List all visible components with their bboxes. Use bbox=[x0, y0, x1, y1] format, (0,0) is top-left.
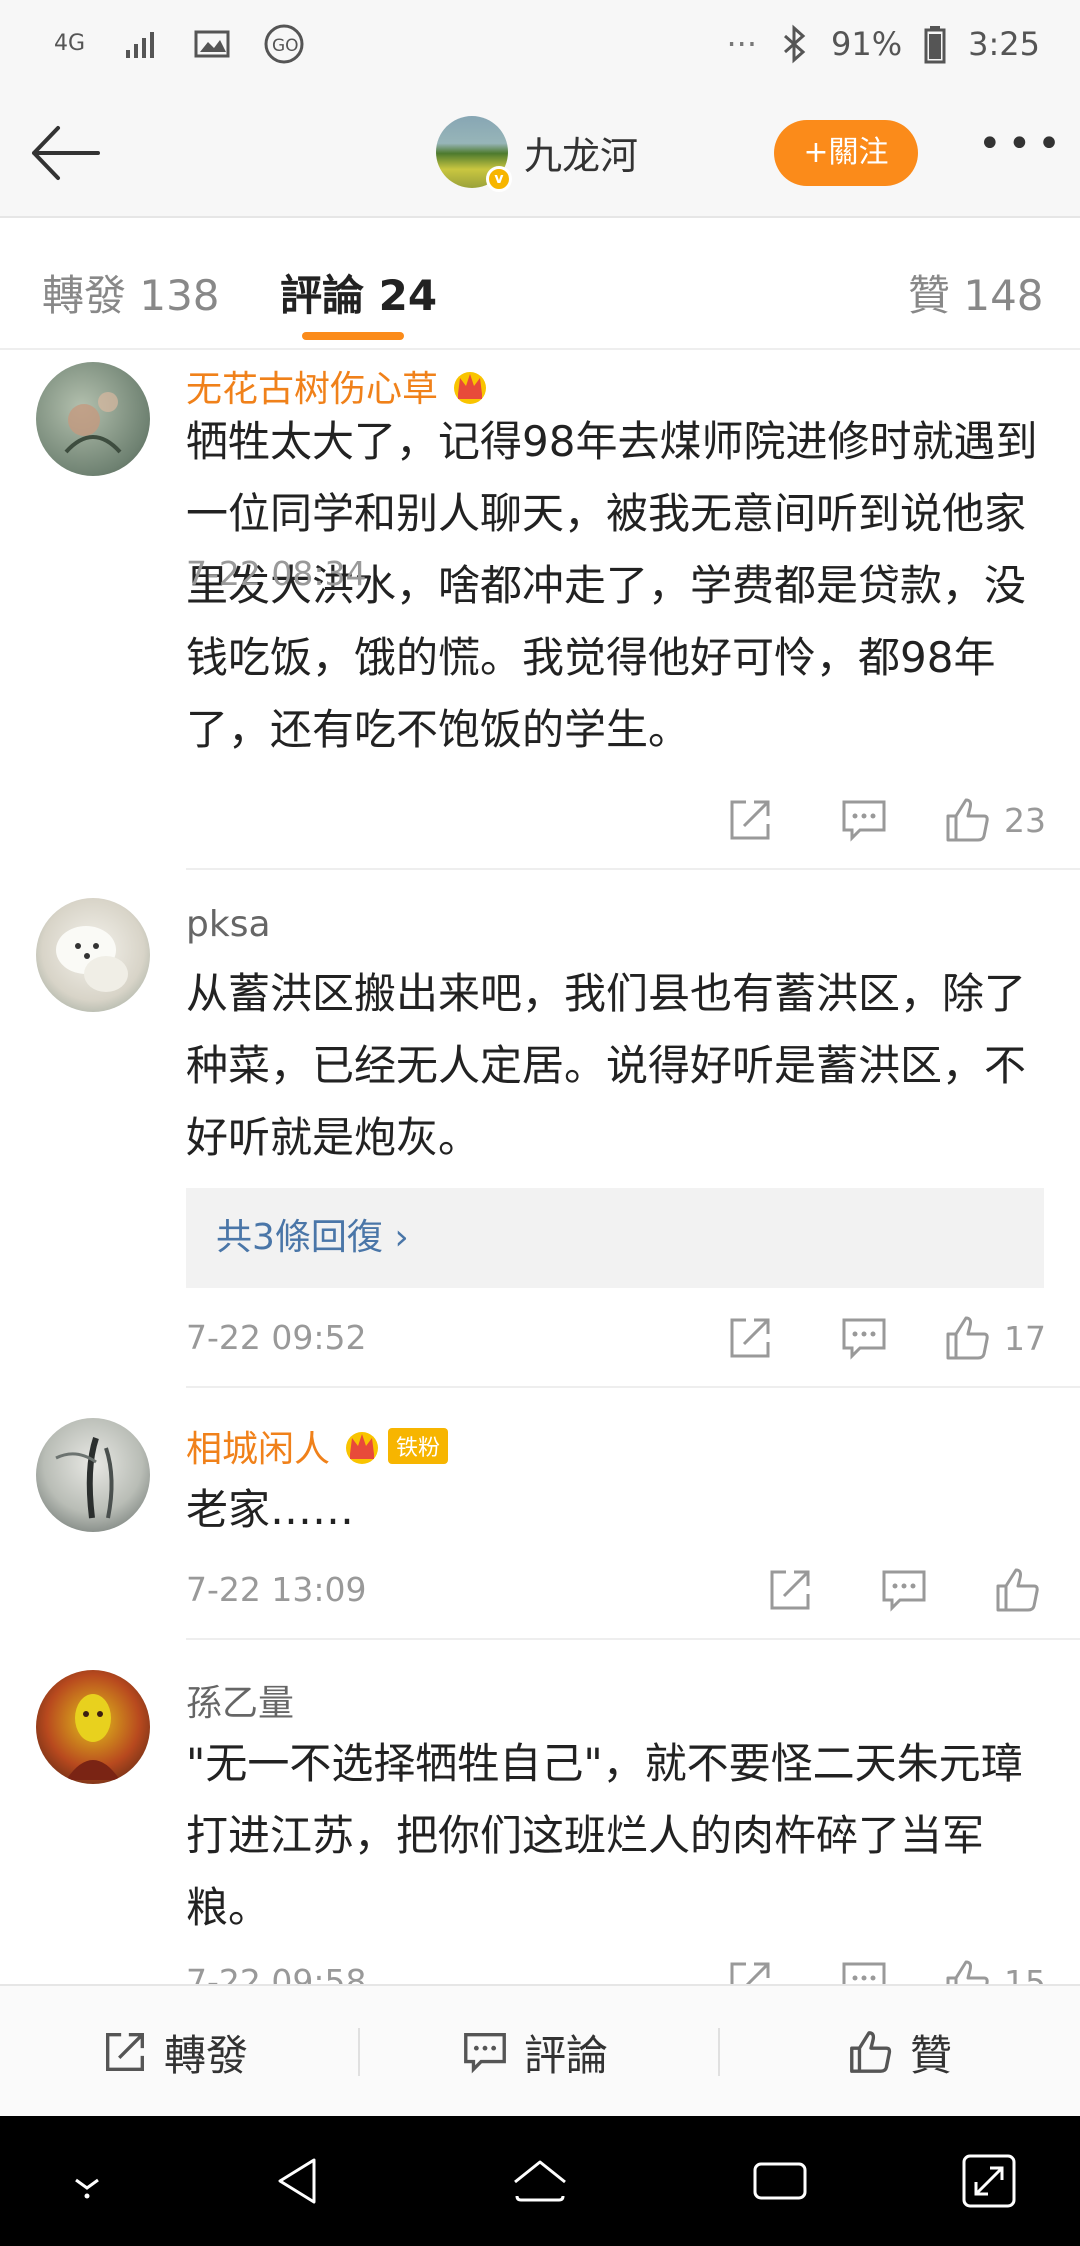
owner-name[interactable]: 九龙河 bbox=[524, 125, 638, 180]
image-icon bbox=[192, 22, 232, 66]
repost-button[interactable]: 轉發 bbox=[100, 1986, 248, 2118]
vip-crown-icon bbox=[448, 364, 492, 408]
chevron-down-icon[interactable] bbox=[52, 2146, 122, 2216]
like-icon[interactable] bbox=[942, 794, 994, 846]
recent-apps-icon[interactable] bbox=[745, 2146, 815, 2216]
post-tabs: 轉發 138 評論 24 贊 148 bbox=[0, 218, 1080, 350]
go-icon: GO bbox=[262, 22, 306, 66]
svg-text:4G: 4G bbox=[54, 31, 85, 56]
comment-time: 7-22 08:34 bbox=[186, 554, 367, 593]
commenter-name[interactable]: 无花古树伤心草 bbox=[186, 360, 492, 412]
android-nav-bar bbox=[0, 2116, 1080, 2246]
active-tab-indicator bbox=[302, 332, 404, 340]
comment-text: 老家…… bbox=[186, 1485, 355, 1534]
back-triangle-icon[interactable] bbox=[264, 2146, 334, 2216]
verified-badge-icon: v bbox=[486, 166, 512, 192]
comment-action-row: 23 bbox=[724, 794, 1052, 846]
more-dots-icon: ··· bbox=[726, 25, 758, 63]
vip-crown-icon bbox=[340, 1424, 384, 1468]
reply-icon[interactable] bbox=[878, 1564, 930, 1616]
share-icon[interactable] bbox=[724, 794, 776, 846]
comment-action-row bbox=[764, 1564, 1044, 1616]
status-bar: 4G GO ··· 91% 3:25 bbox=[0, 0, 1080, 90]
divider bbox=[358, 2028, 360, 2076]
like-count: 23 bbox=[1004, 800, 1046, 840]
comment-divider bbox=[186, 1638, 1080, 1640]
like-icon[interactable] bbox=[992, 1564, 1044, 1616]
comment-divider bbox=[186, 1386, 1080, 1388]
reply-icon[interactable] bbox=[838, 1312, 890, 1364]
commenter-avatar[interactable] bbox=[36, 1418, 150, 1532]
like-count: 17 bbox=[1004, 1318, 1046, 1358]
share-icon bbox=[106, 2033, 144, 2071]
comment-time: 7-22 09:52 bbox=[186, 1318, 367, 1357]
expand-icon[interactable] bbox=[954, 2146, 1024, 2216]
more-options-button[interactable]: ••• bbox=[978, 124, 1061, 180]
comment-divider bbox=[186, 868, 1080, 870]
battery-icon bbox=[924, 22, 946, 66]
like-button[interactable]: 贊 bbox=[846, 1986, 952, 2118]
commenter-name[interactable]: 孫乙量 bbox=[186, 1674, 294, 1726]
follow-button[interactable]: +關注 bbox=[774, 120, 918, 186]
commenter-name[interactable]: pksa bbox=[186, 904, 271, 945]
commenter-avatar[interactable] bbox=[36, 1670, 150, 1784]
divider bbox=[718, 2028, 720, 2076]
commenter-avatar[interactable] bbox=[36, 362, 150, 476]
network-4g-icon: 4G bbox=[52, 22, 92, 66]
back-button[interactable] bbox=[28, 120, 104, 186]
battery-percent: 91% bbox=[831, 25, 903, 63]
post-owner[interactable]: v 九龙河 bbox=[436, 116, 638, 192]
tab-repost[interactable]: 轉發 138 bbox=[42, 262, 220, 323]
commenter-avatar[interactable] bbox=[36, 898, 150, 1012]
comment-button[interactable]: 評論 bbox=[460, 1986, 608, 2118]
repost-label: 轉發 bbox=[164, 2030, 249, 2080]
weibo-header: v 九龙河 +關注 ••• bbox=[0, 90, 1080, 218]
comment-time: 7-22 13:09 bbox=[186, 1570, 367, 1609]
comment-action-row: 17 bbox=[724, 1312, 1052, 1364]
owner-avatar[interactable]: v bbox=[436, 116, 512, 192]
fan-badge: 铁粉 bbox=[388, 1428, 449, 1464]
tab-comment[interactable]: 評論 24 bbox=[280, 262, 437, 323]
view-replies-link[interactable]: 共3條回復 › bbox=[186, 1188, 1044, 1288]
like-label: 贊 bbox=[910, 2030, 953, 2080]
like-icon[interactable] bbox=[942, 1312, 994, 1364]
svg-text:GO: GO bbox=[272, 36, 299, 56]
signal-icon bbox=[122, 22, 162, 66]
clock: 3:25 bbox=[968, 25, 1040, 63]
commenter-name[interactable]: 相城闲人 铁粉 bbox=[186, 1420, 449, 1472]
reply-icon[interactable] bbox=[838, 794, 890, 846]
tab-like[interactable]: 贊 148 bbox=[908, 262, 1044, 323]
bottom-action-bar: 轉發 評論 贊 bbox=[0, 1984, 1080, 2116]
arrow-left-icon bbox=[32, 126, 100, 180]
comment-text: "无一不选择牺牲自己"，就不要怪二天朱元璋打进江苏，把你们这班烂人的肉杵碎了当军… bbox=[186, 1739, 1023, 1932]
comment-text: 从蓄洪区搬出来吧，我们县也有蓄洪区，除了种菜，已经无人定居。说得好听是蓄洪区，不… bbox=[186, 969, 1027, 1162]
comment-icon bbox=[464, 2033, 506, 2074]
bluetooth-icon bbox=[779, 22, 809, 66]
comment-label: 評論 bbox=[524, 2030, 609, 2080]
share-icon[interactable] bbox=[764, 1564, 816, 1616]
like-icon bbox=[850, 2031, 892, 2073]
share-icon[interactable] bbox=[724, 1312, 776, 1364]
home-icon[interactable] bbox=[505, 2146, 575, 2216]
